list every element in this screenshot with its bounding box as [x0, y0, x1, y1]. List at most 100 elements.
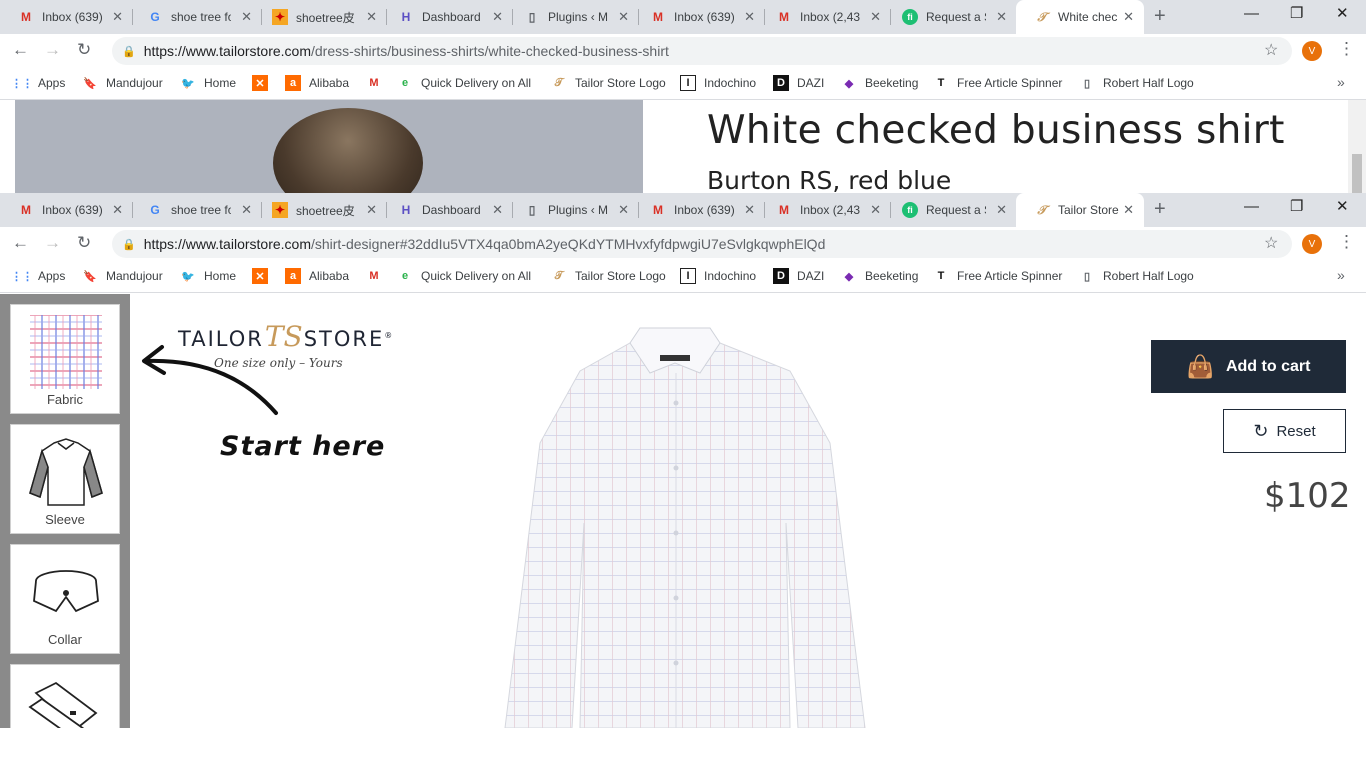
close-icon[interactable]: ✕ [618, 203, 629, 217]
bookmark-item[interactable]: a Alibaba [285, 268, 349, 284]
tab-active[interactable]: 𝒯 Tailor Store ✕ [1016, 193, 1144, 227]
bookmark-icon: 🔖 [83, 77, 97, 90]
profile-avatar[interactable]: V [1302, 41, 1322, 61]
tab[interactable]: ✦ shoetree皮 ✕ [254, 193, 387, 227]
address-bar[interactable]: 🔒 https://www.tailorstore.com/shirt-desi… [112, 230, 1292, 258]
address-bar[interactable]: 🔒 https://www.tailorstore.com/dress-shir… [112, 37, 1292, 65]
tab[interactable]: M Inbox (2,43(✕ [758, 193, 891, 227]
tab[interactable]: fi Request a S ✕ [884, 193, 1017, 227]
bookmark-item[interactable]: a Alibaba [285, 75, 349, 91]
close-icon[interactable]: ✕ [366, 203, 377, 217]
tab[interactable]: M Inbox (639) ✕ [0, 0, 133, 34]
close-icon[interactable]: ✕ [870, 203, 881, 217]
reload-icon[interactable]: ↻ [77, 233, 91, 253]
restore-icon[interactable]: ❐ [1290, 4, 1303, 24]
bookmark-item[interactable]: ▯ Robert Half Logo [1079, 75, 1194, 91]
close-icon[interactable]: ✕ [1123, 203, 1134, 217]
option-fabric[interactable]: Fabric [10, 304, 120, 414]
close-icon[interactable]: ✕ [870, 10, 881, 24]
add-to-cart-button[interactable]: 👜 Add to cart [1151, 340, 1346, 393]
tab[interactable]: fi Request a S ✕ [884, 0, 1017, 34]
bookmarks-overflow-icon[interactable]: » [1337, 267, 1345, 283]
close-icon[interactable]: ✕ [366, 10, 377, 24]
bookmark-star-icon[interactable]: ☆ [1264, 233, 1278, 253]
window-close-icon[interactable]: ✕ [1336, 197, 1349, 217]
bookmark-item[interactable]: D DAZI [773, 268, 824, 284]
tab[interactable]: M Inbox (639) ✕ [632, 193, 765, 227]
scrollbar-thumb[interactable] [1352, 154, 1362, 193]
bookmark-item[interactable]: e Quick Delivery on All [397, 75, 531, 91]
window-close-icon[interactable]: ✕ [1336, 4, 1349, 24]
bookmark-item[interactable]: e Quick Delivery on All [397, 268, 531, 284]
minimize-icon[interactable]: — [1244, 197, 1259, 217]
tab[interactable]: ✦ shoetree皮 ✕ [254, 0, 387, 34]
new-tab-icon[interactable]: + [1154, 199, 1166, 219]
product-title: White checked business shirt [707, 108, 1285, 153]
tab[interactable]: H Dashboard ✕ [380, 193, 513, 227]
bookmark-item[interactable]: ◆ Beeketing [841, 75, 919, 91]
bookmark-item[interactable]: ▯ Robert Half Logo [1079, 268, 1194, 284]
bookmark-item[interactable]: 𝒯 Tailor Store Logo [551, 268, 666, 284]
tab[interactable]: M Inbox (639) ✕ [0, 193, 133, 227]
close-icon[interactable]: ✕ [112, 203, 123, 217]
close-icon[interactable]: ✕ [241, 203, 252, 217]
close-icon[interactable]: ✕ [744, 10, 755, 24]
bookmark-item[interactable]: M [366, 75, 390, 91]
bookmark-item[interactable]: 🐦 Home [180, 75, 236, 91]
close-icon[interactable]: ✕ [618, 10, 629, 24]
bookmark-item[interactable]: ✕ [252, 268, 276, 284]
tab[interactable]: Gshoe tree fo ✕ [129, 0, 262, 34]
scrollbar[interactable] [1348, 100, 1366, 193]
menu-icon[interactable]: ⋮ [1338, 39, 1355, 59]
tab[interactable]: ▯ Plugins ‹ M ✕ [506, 0, 639, 34]
back-icon[interactable]: ← [12, 40, 29, 60]
reset-button[interactable]: ↻ Reset [1223, 409, 1346, 453]
tab[interactable]: Gshoe tree fo ✕ [129, 193, 262, 227]
tab[interactable]: M Inbox (2,43(✕ [758, 0, 891, 34]
bookmarks-overflow-icon[interactable]: » [1337, 74, 1345, 90]
bookmark-item[interactable]: I Indochino [680, 75, 756, 91]
option-cuff[interactable] [10, 664, 120, 728]
menu-icon[interactable]: ⋮ [1338, 232, 1355, 252]
tab-title: White chec [1058, 10, 1118, 24]
tab[interactable]: ▯ Plugins ‹ M ✕ [506, 193, 639, 227]
close-icon[interactable]: ✕ [112, 10, 123, 24]
bookmark-item[interactable]: 🔖 Mandujour [82, 268, 163, 284]
bookmark-item[interactable]: ◆ Beeketing [841, 268, 919, 284]
close-icon[interactable]: ✕ [996, 203, 1007, 217]
minimize-icon[interactable]: — [1244, 4, 1259, 24]
bookmark-item[interactable]: M [366, 268, 390, 284]
new-tab-icon[interactable]: + [1154, 6, 1166, 26]
bookmark-item[interactable]: 𝒯 Tailor Store Logo [551, 75, 666, 91]
profile-avatar[interactable]: V [1302, 234, 1322, 254]
close-icon[interactable]: ✕ [744, 203, 755, 217]
tab-active[interactable]: 𝒯 White chec ✕ [1016, 0, 1144, 34]
bookmark-label: Quick Delivery on All [421, 76, 531, 90]
bookmark-item[interactable]: D DAZI [773, 75, 824, 91]
back-icon[interactable]: ← [12, 233, 29, 253]
close-icon[interactable]: ✕ [1123, 10, 1134, 24]
bookmark-item[interactable]: 🐦 Home [180, 268, 236, 284]
close-icon[interactable]: ✕ [241, 10, 252, 24]
close-icon[interactable]: ✕ [996, 10, 1007, 24]
tab[interactable]: H Dashboard ✕ [380, 0, 513, 34]
forward-icon[interactable]: → [44, 40, 61, 60]
apps-icon: ⋮⋮ [11, 77, 33, 90]
close-icon[interactable]: ✕ [492, 203, 503, 217]
bookmark-star-icon[interactable]: ☆ [1264, 40, 1278, 60]
tab[interactable]: M Inbox (639) ✕ [632, 0, 765, 34]
bookmark-item[interactable]: T Free Article Spinner [933, 268, 1063, 284]
option-sleeve[interactable]: Sleeve [10, 424, 120, 534]
option-collar[interactable]: Collar [10, 544, 120, 654]
close-icon[interactable]: ✕ [492, 10, 503, 24]
page-icon: ▯ [528, 203, 536, 217]
bookmark-item[interactable]: I Indochino [680, 268, 756, 284]
forward-icon[interactable]: → [44, 233, 61, 253]
bookmark-item[interactable]: ⋮⋮ Apps [11, 268, 65, 284]
bookmark-item[interactable]: ⋮⋮ Apps [11, 75, 65, 91]
reload-icon[interactable]: ↻ [77, 40, 91, 60]
bookmark-item[interactable]: 🔖 Mandujour [82, 75, 163, 91]
bookmark-item[interactable]: ✕ [252, 75, 276, 91]
restore-icon[interactable]: ❐ [1290, 197, 1303, 217]
bookmark-item[interactable]: T Free Article Spinner [933, 75, 1063, 91]
